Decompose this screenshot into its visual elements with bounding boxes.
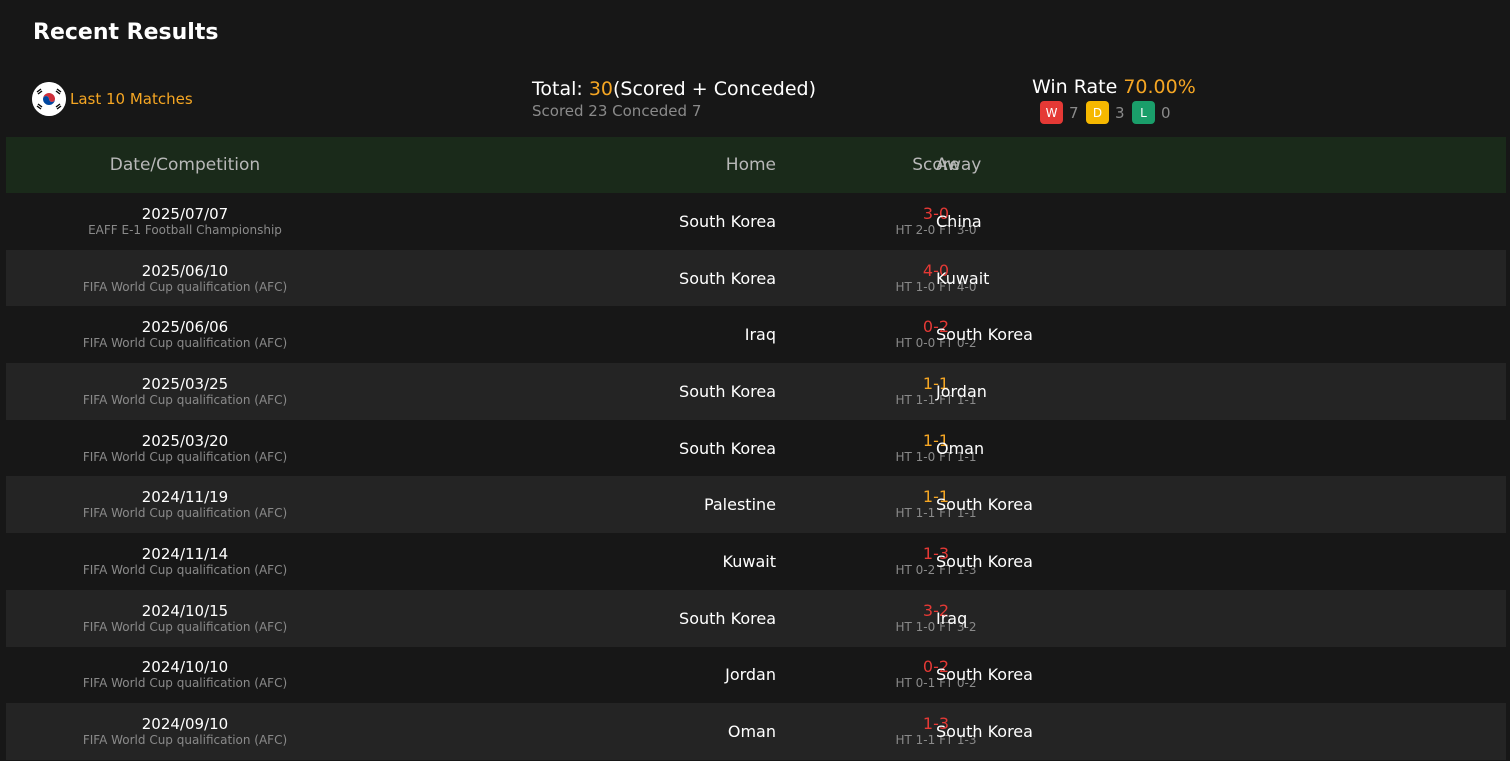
home-team[interactable]: Kuwait bbox=[364, 552, 776, 571]
last-matches-label[interactable]: Last 10 Matches bbox=[70, 90, 193, 108]
away-team[interactable]: Jordan bbox=[936, 382, 1506, 401]
date-cell: 2025/03/25 FIFA World Cup qualification (… bbox=[6, 375, 364, 408]
away-team[interactable]: South Korea bbox=[936, 552, 1506, 571]
home-team[interactable]: South Korea bbox=[364, 212, 776, 231]
match-date: 2024/11/19 bbox=[141, 488, 229, 507]
header-away: Away bbox=[936, 155, 982, 175]
team-selector[interactable]: Last 10 Matches bbox=[32, 82, 193, 116]
header-home: Home bbox=[725, 155, 776, 175]
date-cell: 2025/07/07 EAFF E-1 Football Championship bbox=[6, 205, 364, 238]
header-date: Date/Competition bbox=[109, 155, 261, 175]
date-cell: 2024/11/14 FIFA World Cup qualification (… bbox=[6, 545, 364, 578]
date-cell: 2025/03/20 FIFA World Cup qualification (… bbox=[6, 432, 364, 465]
table-row[interactable]: 2024/11/19 FIFA World Cup qualification (… bbox=[6, 476, 1506, 534]
competition-name: FIFA World Cup qualification (AFC) bbox=[82, 506, 288, 521]
win-rate-value: 70.00% bbox=[1123, 76, 1196, 98]
total-suffix: (Scored + Conceded) bbox=[613, 78, 816, 100]
table-header: Date/Competition Home Score Away bbox=[6, 137, 1506, 193]
win-rate-prefix: Win Rate bbox=[1032, 76, 1124, 98]
date-cell: 2024/10/10 FIFA World Cup qualification (… bbox=[6, 658, 364, 691]
table-row[interactable]: 2025/03/25 FIFA World Cup qualification (… bbox=[6, 363, 1506, 420]
total-prefix: Total: bbox=[532, 78, 589, 100]
table-row[interactable]: 2024/09/10 FIFA World Cup qualification (… bbox=[6, 703, 1506, 760]
table-body: 2025/07/07 EAFF E-1 Football Championship… bbox=[6, 193, 1506, 760]
date-cell: 2024/09/10 FIFA World Cup qualification (… bbox=[6, 715, 364, 748]
win-count: 7 bbox=[1069, 103, 1079, 122]
match-date: 2024/09/10 bbox=[141, 715, 229, 734]
match-date: 2025/03/20 bbox=[141, 431, 229, 450]
section-title: Recent Results bbox=[33, 20, 219, 45]
away-team[interactable]: South Korea bbox=[936, 722, 1506, 741]
home-team[interactable]: Palestine bbox=[364, 495, 776, 514]
date-cell: 2024/10/15 FIFA World Cup qualification (… bbox=[6, 602, 364, 635]
competition-name: FIFA World Cup qualification (AFC) bbox=[82, 279, 288, 294]
table-row[interactable]: 2025/07/07 EAFF E-1 Football Championship… bbox=[6, 193, 1506, 250]
away-team[interactable]: South Korea bbox=[936, 325, 1506, 344]
match-date: 2025/06/06 bbox=[141, 318, 229, 337]
competition-name: FIFA World Cup qualification (AFC) bbox=[82, 562, 288, 577]
loss-count: 0 bbox=[1161, 103, 1171, 122]
total-goals-block: Total: 30(Scored + Conceded) Scored 23 C… bbox=[532, 78, 816, 120]
competition-name: FIFA World Cup qualification (AFC) bbox=[82, 733, 288, 748]
home-team[interactable]: Jordan bbox=[364, 665, 776, 684]
win-badge: W bbox=[1040, 101, 1063, 124]
total-goals-line: Total: 30(Scored + Conceded) bbox=[532, 78, 816, 100]
competition-name: FIFA World Cup qualification (AFC) bbox=[82, 619, 288, 634]
home-team[interactable]: South Korea bbox=[364, 609, 776, 628]
table-row[interactable]: 2025/03/20 FIFA World Cup qualification (… bbox=[6, 420, 1506, 477]
home-team[interactable]: South Korea bbox=[364, 269, 776, 288]
draw-count: 3 bbox=[1115, 103, 1125, 122]
competition-name: EAFF E-1 Football Championship bbox=[88, 222, 282, 237]
match-date: 2024/10/15 bbox=[141, 601, 229, 620]
table-row[interactable]: 2024/10/15 FIFA World Cup qualification (… bbox=[6, 589, 1506, 647]
home-team[interactable]: Iraq bbox=[364, 325, 776, 344]
summary-bar: Last 10 Matches Total: 30(Scored + Conce… bbox=[0, 74, 1510, 130]
match-date: 2025/03/25 bbox=[141, 374, 229, 393]
away-team[interactable]: Oman bbox=[936, 439, 1506, 458]
match-date: 2024/11/14 bbox=[141, 544, 229, 563]
loss-badge: L bbox=[1132, 101, 1155, 124]
competition-name: FIFA World Cup qualification (AFC) bbox=[82, 449, 288, 464]
table-row[interactable]: 2024/11/14 FIFA World Cup qualification (… bbox=[6, 533, 1506, 590]
competition-name: FIFA World Cup qualification (AFC) bbox=[82, 676, 288, 691]
wdl-summary: W 7 D 3 L 0 bbox=[1040, 101, 1196, 124]
results-table: Date/Competition Home Score Away 2025/07… bbox=[6, 137, 1506, 760]
win-rate-line: Win Rate 70.00% bbox=[1032, 76, 1196, 98]
competition-name: FIFA World Cup qualification (AFC) bbox=[82, 336, 288, 351]
competition-name: FIFA World Cup qualification (AFC) bbox=[82, 392, 288, 407]
away-team[interactable]: China bbox=[936, 212, 1506, 231]
home-team[interactable]: South Korea bbox=[364, 382, 776, 401]
draw-badge: D bbox=[1086, 101, 1109, 124]
match-date: 2024/10/10 bbox=[141, 658, 229, 677]
match-date: 2025/07/07 bbox=[141, 204, 229, 223]
recent-results-page: Recent Results Last 10 Matches Total: 30… bbox=[0, 0, 1510, 761]
date-cell: 2025/06/06 FIFA World Cup qualification (… bbox=[6, 318, 364, 351]
date-cell: 2025/06/10 FIFA World Cup qualification (… bbox=[6, 262, 364, 295]
match-date: 2025/06/10 bbox=[141, 261, 229, 280]
home-team[interactable]: South Korea bbox=[364, 439, 776, 458]
total-value: 30 bbox=[588, 78, 614, 100]
table-row[interactable]: 2025/06/10 FIFA World Cup qualification (… bbox=[6, 249, 1506, 307]
away-team[interactable]: South Korea bbox=[936, 495, 1506, 514]
away-team[interactable]: Kuwait bbox=[936, 269, 1506, 288]
south-korea-flag-icon bbox=[32, 82, 66, 116]
away-team[interactable]: South Korea bbox=[936, 665, 1506, 684]
table-row[interactable]: 2025/06/06 FIFA World Cup qualification (… bbox=[6, 306, 1506, 363]
date-cell: 2024/11/19 FIFA World Cup qualification (… bbox=[6, 488, 364, 521]
table-row[interactable]: 2024/10/10 FIFA World Cup qualification (… bbox=[6, 647, 1506, 704]
scored-conceded-text: Scored 23 Conceded 7 bbox=[532, 102, 702, 120]
home-team[interactable]: Oman bbox=[364, 722, 776, 741]
win-rate-block: Win Rate 70.00% W 7 D 3 L 0 bbox=[1032, 76, 1196, 124]
away-team[interactable]: Iraq bbox=[936, 609, 1506, 628]
